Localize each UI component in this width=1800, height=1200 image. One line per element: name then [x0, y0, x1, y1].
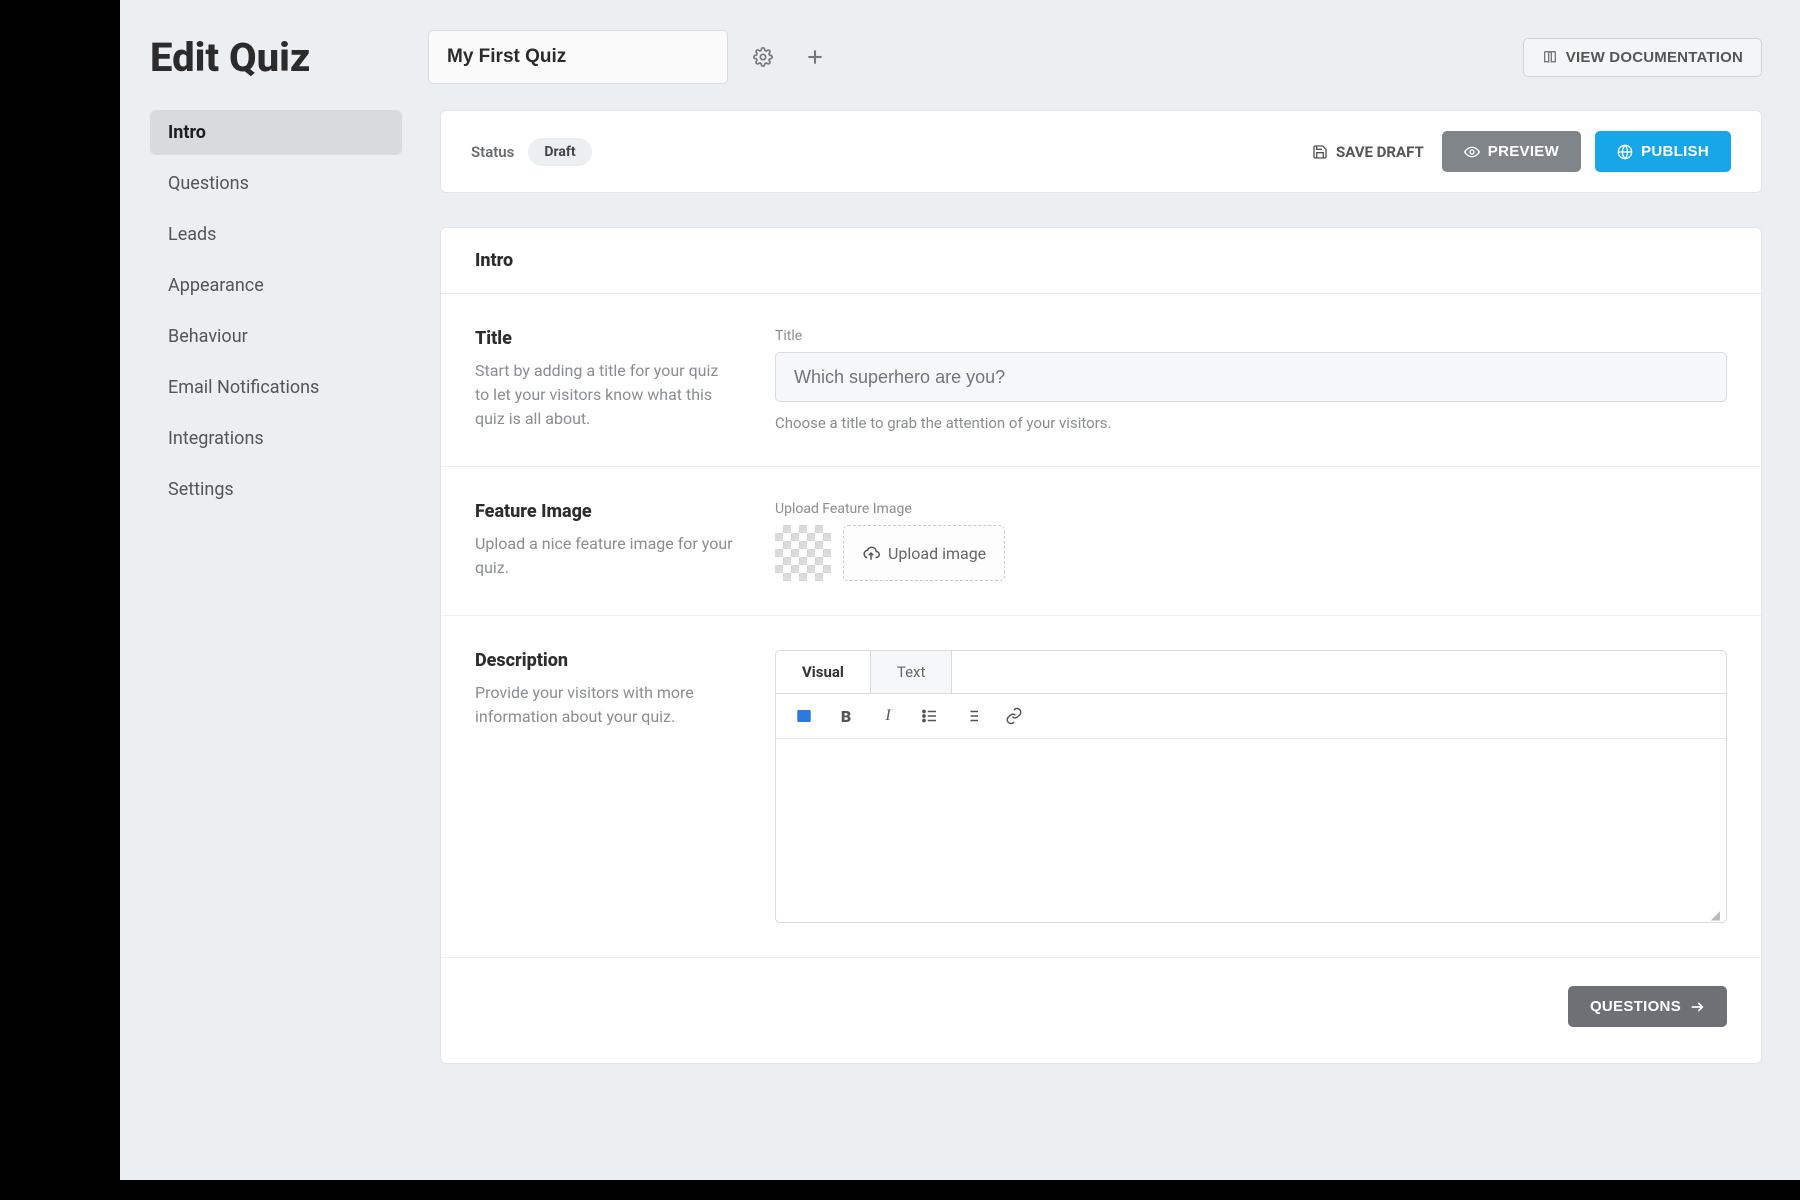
italic-icon[interactable]: I: [876, 704, 900, 728]
resize-handle-icon[interactable]: ◢: [776, 908, 1726, 922]
sidebar-item-settings[interactable]: Settings: [150, 467, 402, 512]
title-heading: Title: [475, 328, 735, 349]
gear-icon[interactable]: [746, 40, 780, 74]
sidebar-item-email-notifications[interactable]: Email Notifications: [150, 365, 402, 410]
arrow-right-icon: [1689, 999, 1705, 1015]
image-placeholder: [775, 525, 831, 581]
title-input[interactable]: [775, 352, 1727, 402]
description-desc: Provide your visitors with more informat…: [475, 681, 735, 729]
ordered-list-icon[interactable]: [960, 704, 984, 728]
eye-icon: [1464, 144, 1480, 160]
view-documentation-label: VIEW DOCUMENTATION: [1566, 49, 1743, 66]
publish-label: PUBLISH: [1641, 143, 1709, 160]
save-draft-button[interactable]: SAVE DRAFT: [1308, 133, 1428, 171]
save-icon: [1312, 144, 1328, 160]
plus-icon[interactable]: [798, 40, 832, 74]
insert-media-icon[interactable]: [792, 704, 816, 728]
upload-image-label: Upload image: [888, 544, 986, 563]
upload-image-button[interactable]: Upload image: [843, 525, 1005, 581]
feature-image-desc: Upload a nice feature image for your qui…: [475, 532, 735, 580]
status-label: Status: [471, 143, 514, 161]
tab-visual[interactable]: Visual: [776, 651, 871, 693]
title-desc: Start by adding a title for your quiz to…: [475, 359, 735, 431]
preview-label: PREVIEW: [1488, 143, 1559, 160]
feature-image-heading: Feature Image: [475, 501, 735, 522]
sidebar-item-questions[interactable]: Questions: [150, 161, 402, 206]
intro-card: Intro Title Start by adding a title for …: [440, 227, 1762, 1064]
description-heading: Description: [475, 650, 735, 671]
preview-button[interactable]: PREVIEW: [1442, 131, 1581, 172]
page-title: Edit Quiz: [150, 34, 410, 81]
unordered-list-icon[interactable]: [918, 704, 942, 728]
sidebar-item-intro[interactable]: Intro: [150, 110, 402, 155]
save-draft-label: SAVE DRAFT: [1336, 143, 1424, 161]
next-button-label: QUESTIONS: [1590, 998, 1681, 1015]
title-helper: Choose a title to grab the attention of …: [775, 414, 1727, 432]
sidebar-item-integrations[interactable]: Integrations: [150, 416, 402, 461]
section-heading: Intro: [441, 228, 1761, 294]
status-card: Status Draft SAVE DRAFT: [440, 110, 1762, 193]
description-textarea[interactable]: [776, 739, 1726, 904]
status-badge: Draft: [528, 138, 591, 166]
title-field-label: Title: [775, 328, 1727, 344]
sidebar-item-behaviour[interactable]: Behaviour: [150, 314, 402, 359]
publish-button[interactable]: PUBLISH: [1595, 131, 1731, 172]
tab-text[interactable]: Text: [871, 651, 953, 693]
sidebar-nav: Intro Questions Leads Appearance Behavio…: [150, 110, 402, 518]
feature-image-label: Upload Feature Image: [775, 501, 1727, 517]
doc-icon: [1542, 49, 1558, 65]
bold-icon[interactable]: B: [834, 704, 858, 728]
quiz-name-input[interactable]: [428, 30, 728, 84]
sidebar-item-leads[interactable]: Leads: [150, 212, 402, 257]
sidebar-item-appearance[interactable]: Appearance: [150, 263, 402, 308]
cloud-upload-icon: [862, 544, 880, 562]
globe-icon: [1617, 144, 1633, 160]
link-icon[interactable]: [1002, 704, 1026, 728]
next-questions-button[interactable]: QUESTIONS: [1568, 986, 1727, 1027]
view-documentation-button[interactable]: VIEW DOCUMENTATION: [1523, 38, 1762, 77]
description-editor: Visual Text B I: [775, 650, 1727, 923]
